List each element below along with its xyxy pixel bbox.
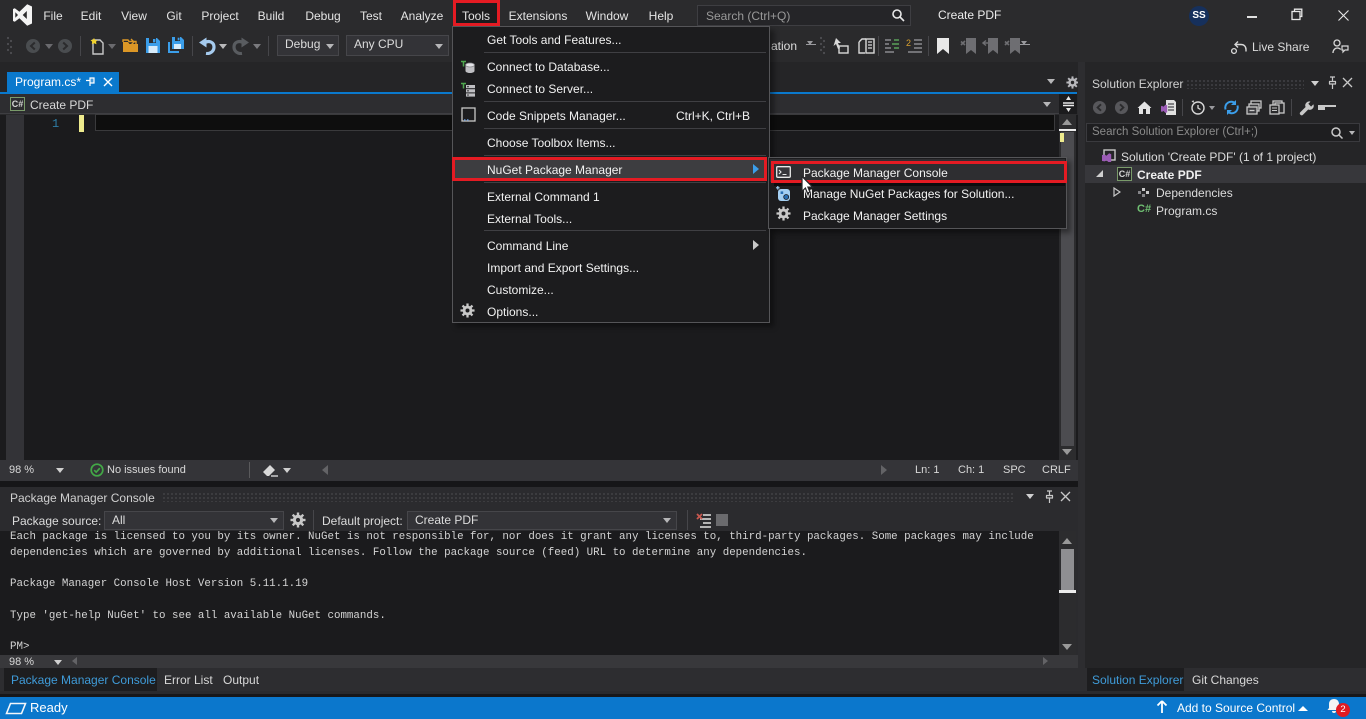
- svg-text:2: 2: [906, 38, 911, 48]
